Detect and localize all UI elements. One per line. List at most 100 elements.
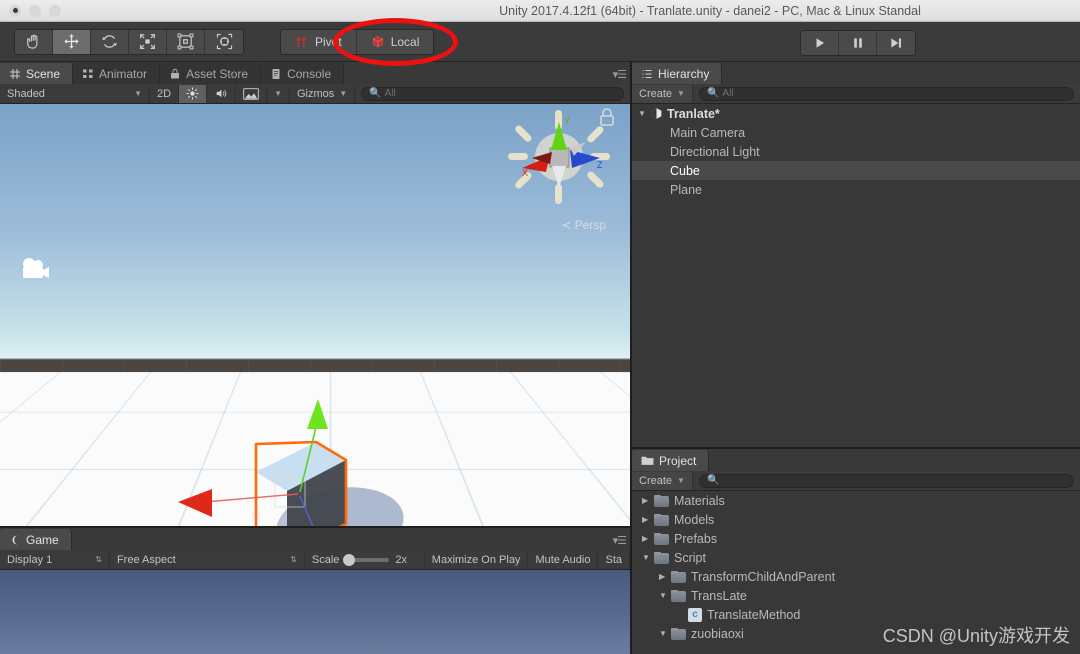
project-tree[interactable]: ▶ Materials ▶ Models ▶ Prefabs ▼ Script … xyxy=(632,491,1080,654)
disclosure-triangle-right-icon[interactable]: ▶ xyxy=(642,515,654,524)
game-viewport[interactable] xyxy=(0,570,630,654)
maximize-on-play-toggle[interactable]: Maximize On Play xyxy=(425,550,529,569)
tab-scene[interactable]: Scene xyxy=(0,63,74,84)
tab-hierarchy[interactable]: Hierarchy xyxy=(632,63,723,84)
project-row-materials[interactable]: ▶ Materials xyxy=(632,491,1080,510)
display-dropdown[interactable]: Display 1 ⇅ xyxy=(0,550,110,569)
scene-tabbar: Scene Animator Asset Store Console ▾☰ xyxy=(0,62,630,84)
hierarchy-row-main-camera[interactable]: Main Camera xyxy=(632,123,1080,142)
project-row-zuobiaoxi[interactable]: ▼ zuobiaoxi xyxy=(632,624,1080,643)
project-row-prefabs[interactable]: ▶ Prefabs xyxy=(632,529,1080,548)
hierarchy-item-label: Directional Light xyxy=(670,144,760,159)
chevron-down-icon: ▼ xyxy=(134,89,142,98)
disclosure-triangle-down-icon[interactable]: ▼ xyxy=(638,109,650,118)
aspect-dropdown[interactable]: Free Aspect ⇅ xyxy=(110,550,305,569)
hierarchy-search-input[interactable]: 🔍 All xyxy=(698,86,1074,101)
play-icon xyxy=(816,38,824,48)
hierarchy-row-plane[interactable]: Plane xyxy=(632,180,1080,199)
scene-fx-button[interactable] xyxy=(236,84,268,103)
svg-text:Z: Z xyxy=(597,160,603,170)
scale-value: 2x xyxy=(395,553,408,566)
scene-lighting-button[interactable] xyxy=(179,84,208,103)
scene-panel: Scene Animator Asset Store Console ▾☰ Sh… xyxy=(0,62,630,527)
rect-transform-icon xyxy=(177,33,194,50)
svg-text:Y: Y xyxy=(564,116,570,126)
chevron-down-icon: ▼ xyxy=(677,89,685,98)
tab-project[interactable]: Project xyxy=(632,450,710,471)
2d-toggle-button[interactable]: 2D xyxy=(150,84,180,103)
scene-fx-dropdown[interactable]: ▼ xyxy=(267,84,290,103)
hierarchy-icon xyxy=(642,69,652,78)
stats-toggle[interactable]: Sta xyxy=(598,550,630,569)
scene-view-navigation-gizmo[interactable]: Y Z X xyxy=(502,106,618,226)
scale-slider[interactable] xyxy=(343,553,390,566)
step-button[interactable] xyxy=(877,31,915,55)
scene-panel-menu-button[interactable]: ▾☰ xyxy=(613,68,627,81)
hierarchy-row-cube[interactable]: Cube xyxy=(632,161,1080,180)
rotate-tool-button[interactable] xyxy=(91,29,129,54)
persp-text: Persp xyxy=(574,218,606,232)
scene-unity-icon xyxy=(651,108,662,119)
scene-plane-object[interactable] xyxy=(0,372,630,527)
hierarchy-row-scene[interactable]: ▼ Tranlate* xyxy=(632,104,1080,123)
tab-console[interactable]: Console xyxy=(261,63,345,84)
light-icon xyxy=(186,87,199,100)
project-item-label: Prefabs xyxy=(674,531,718,546)
asset-store-icon xyxy=(171,68,180,78)
main-camera-gizmo[interactable] xyxy=(18,256,52,289)
folder-icon xyxy=(654,494,669,507)
scene-search-input[interactable]: 🔍 All xyxy=(361,86,624,101)
tab-game[interactable]: Game xyxy=(0,529,72,550)
move-tool-button[interactable] xyxy=(53,29,91,54)
project-search-input[interactable]: 🔍 xyxy=(698,473,1074,488)
disclosure-triangle-down-icon[interactable]: ▼ xyxy=(659,629,671,638)
hierarchy-create-button[interactable]: Create ▼ xyxy=(632,84,693,103)
tab-asset-store[interactable]: Asset Store xyxy=(160,63,262,84)
folder-icon xyxy=(671,570,686,583)
disclosure-triangle-right-icon[interactable]: ▶ xyxy=(642,534,654,543)
scale-slider-handle[interactable] xyxy=(343,553,356,566)
project-row-transformchildandparent[interactable]: ▶ TransformChildAndParent xyxy=(632,567,1080,586)
local-toggle-button[interactable]: Local xyxy=(356,29,434,54)
project-row-models[interactable]: ▶ Models xyxy=(632,510,1080,529)
pivot-toggle-button[interactable]: Pivot xyxy=(281,29,357,54)
play-button[interactable] xyxy=(801,31,839,55)
disclosure-triangle-down-icon[interactable]: ▼ xyxy=(642,553,654,562)
transform-tool-button[interactable] xyxy=(205,29,243,54)
game-tabbar: Game ▾☰ xyxy=(0,528,630,550)
pivot-icon xyxy=(296,36,306,47)
scene-viewport[interactable]: Y Z X ≺ Persp xyxy=(0,104,630,527)
tab-hierarchy-label: Hierarchy xyxy=(658,66,710,81)
project-row-translatemethod[interactable]: ▶ TranslateMethod xyxy=(632,605,1080,624)
disclosure-triangle-down-icon[interactable]: ▼ xyxy=(659,591,671,600)
scale-tool-button[interactable] xyxy=(129,29,167,54)
perspective-label[interactable]: ≺ Persp xyxy=(561,218,606,232)
project-create-button[interactable]: Create ▼ xyxy=(632,471,693,490)
main-toolbar: Pivot Local xyxy=(0,22,1080,62)
mute-audio-label: Mute Audio xyxy=(535,553,591,566)
mute-audio-toggle[interactable]: Mute Audio xyxy=(528,550,599,569)
updown-arrow-icon: ⇅ xyxy=(290,555,297,564)
project-toolbar: Create ▼ 🔍 xyxy=(632,471,1080,491)
hierarchy-panel: Hierarchy Create ▼ 🔍 All ▼ Tranlate* Mai… xyxy=(632,62,1080,447)
window-title: Unity 2017.4.12f1 (64bit) - Tranlate.uni… xyxy=(499,4,921,18)
folder-icon xyxy=(654,532,669,545)
gizmos-dropdown[interactable]: Gizmos ▼ xyxy=(290,84,356,103)
hierarchy-search-placeholder: All xyxy=(722,88,734,99)
disclosure-triangle-right-icon[interactable]: ▶ xyxy=(659,572,671,581)
draw-mode-dropdown[interactable]: Shaded ▼ xyxy=(0,84,150,103)
project-row-script[interactable]: ▼ Script xyxy=(632,548,1080,567)
disclosure-triangle-right-icon[interactable]: ▶ xyxy=(642,496,654,505)
hand-tool-button[interactable] xyxy=(15,29,53,54)
hierarchy-tree[interactable]: ▼ Tranlate* Main Camera Directional Ligh… xyxy=(632,104,1080,447)
tab-animator[interactable]: Animator xyxy=(73,63,161,84)
game-panel-menu-button[interactable]: ▾☰ xyxy=(613,534,627,547)
rect-transform-tool-button[interactable] xyxy=(167,29,205,54)
transform-tools-group xyxy=(14,28,244,55)
hierarchy-row-directional-light[interactable]: Directional Light xyxy=(632,142,1080,161)
project-row-translate[interactable]: ▼ TransLate xyxy=(632,586,1080,605)
pause-button[interactable] xyxy=(839,31,877,55)
scale-slider-group[interactable]: Scale 2x xyxy=(305,550,425,569)
scene-audio-button[interactable] xyxy=(207,84,237,103)
maximize-on-play-label: Maximize On Play xyxy=(431,553,521,566)
